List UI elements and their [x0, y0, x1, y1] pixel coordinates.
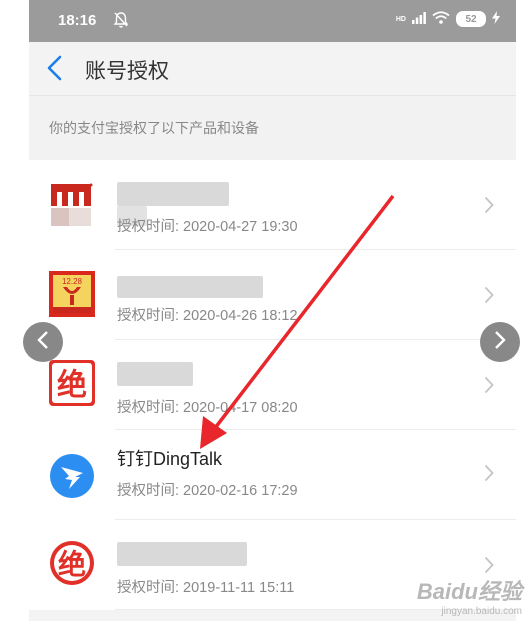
page-title: 账号授权 [85, 59, 169, 83]
authorization-time: 授权时间: 2019-11-11 15:11 [117, 580, 295, 596]
authorization-time: 授权时间: 2020-04-27 19:30 [117, 219, 298, 235]
chevron-right-icon [494, 330, 506, 354]
dingtalk-logo-icon [49, 453, 95, 499]
next-slide-button[interactable] [480, 322, 520, 362]
watermark-url: jingyan.baidu.com [441, 606, 522, 617]
app-logo-icon: 绝 [49, 540, 95, 586]
watermark-brand: Baidu经验 [416, 579, 522, 604]
authorization-time: 授权时间: 2020-04-26 18:12 [117, 308, 298, 324]
svg-text:绝: 绝 [58, 548, 86, 581]
chevron-right-icon [484, 556, 494, 574]
section-label: 你的支付宝授权了以下产品和设备 [49, 121, 259, 137]
app-logo-icon: 绝 [49, 360, 95, 406]
authorization-time: 授权时间: 2020-04-17 08:20 [117, 400, 298, 416]
list-item[interactable]: 绝 授权时间: 2020-04-17 08:20 [29, 340, 516, 430]
chevron-right-icon [484, 286, 494, 304]
section-header: 你的支付宝授权了以下产品和设备 [29, 95, 516, 160]
app-logo-icon [49, 182, 95, 228]
hd-label: HD [395, 15, 406, 23]
battery-indicator: 52 [456, 11, 486, 27]
svg-text:绝: 绝 [57, 368, 87, 403]
list-item[interactable]: 授权时间: 2020-04-27 19:30 [29, 160, 516, 250]
list-item[interactable]: 钉钉DingTalk 授权时间: 2020-02-16 17:29 [29, 430, 516, 520]
chevron-right-icon [484, 376, 494, 394]
signal-icon [412, 11, 426, 27]
authorized-apps-list: 授权时间: 2020-04-27 19:30 12.28 授权时间: 2020-… [29, 160, 516, 610]
svg-text:12.28: 12.28 [62, 277, 83, 286]
wifi-icon [432, 11, 450, 27]
chevron-right-icon [484, 464, 494, 482]
list-item[interactable]: 12.28 授权时间: 2020-04-26 18:12 [29, 250, 516, 340]
phone-screen: 18:16 HD 52 账号授权 你的支付宝授权了以下产品和设备 授权时间: 2… [29, 0, 516, 621]
app-logo-icon: 12.28 [49, 271, 95, 317]
nav-bar: 账号授权 [29, 42, 516, 95]
app-name: 钉钉DingTalk [117, 449, 223, 469]
authorization-time: 授权时间: 2020-02-16 17:29 [117, 483, 298, 499]
bell-off-icon [113, 11, 129, 33]
baidu-watermark: Baidu经验 jingyan.baidu.com [417, 574, 522, 617]
back-arrow-icon[interactable] [43, 54, 67, 82]
charging-icon [492, 11, 500, 27]
previous-slide-button[interactable] [23, 322, 63, 362]
status-time: 18:16 [58, 12, 97, 29]
chevron-right-icon [484, 196, 494, 214]
status-bar: 18:16 HD 52 [29, 0, 516, 42]
chevron-left-icon [37, 330, 49, 354]
